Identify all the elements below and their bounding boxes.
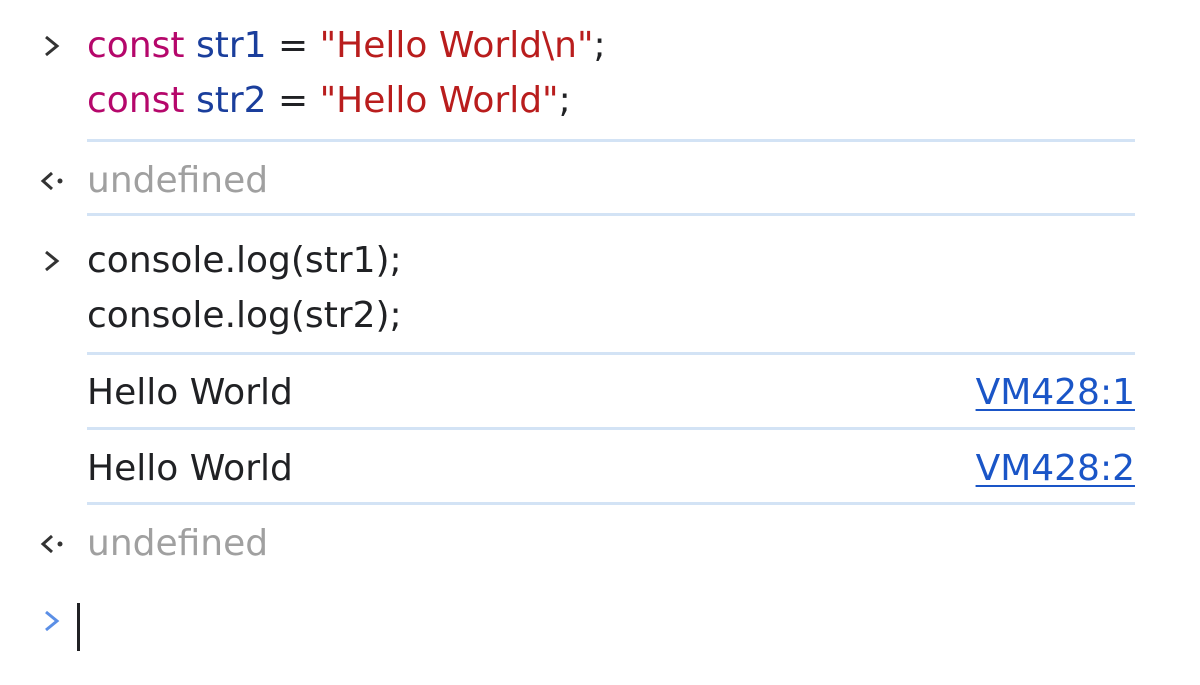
active-prompt-icon — [36, 598, 68, 644]
return-arrow-icon — [36, 158, 68, 204]
keyword: const — [87, 25, 185, 66]
input-prompt-icon — [36, 23, 68, 69]
source-link[interactable]: VM428:1 — [976, 370, 1135, 416]
entry-separator — [87, 427, 1135, 430]
semicolon: ; — [558, 80, 571, 121]
code-line: console.log(str1); — [87, 240, 402, 281]
keyword: const — [87, 80, 185, 121]
code-line: const str1 = "Hello World\n"; — [87, 23, 606, 69]
result-value: undefined — [87, 160, 269, 201]
string-literal: "Hello World" — [319, 80, 559, 121]
operator: = — [278, 80, 309, 121]
semicolon: ; — [593, 25, 606, 66]
source-link[interactable]: VM428:2 — [976, 446, 1135, 492]
operator: = — [278, 25, 309, 66]
variable: str2 — [195, 80, 267, 121]
entry-separator — [87, 213, 1135, 216]
text-caret — [77, 603, 80, 651]
result-value: undefined — [87, 523, 269, 564]
input-prompt-icon — [36, 238, 68, 284]
variable: str1 — [195, 25, 267, 66]
code-line: console.log(str2); — [87, 295, 402, 336]
return-arrow-icon — [36, 521, 68, 567]
code-line: const str2 = "Hello World"; — [87, 78, 571, 124]
entry-separator — [87, 352, 1135, 355]
log-message: Hello World — [87, 372, 293, 413]
entry-separator — [87, 139, 1135, 142]
entry-separator — [87, 502, 1135, 505]
log-message: Hello World — [87, 448, 293, 489]
string-literal: "Hello World\n" — [319, 25, 594, 66]
